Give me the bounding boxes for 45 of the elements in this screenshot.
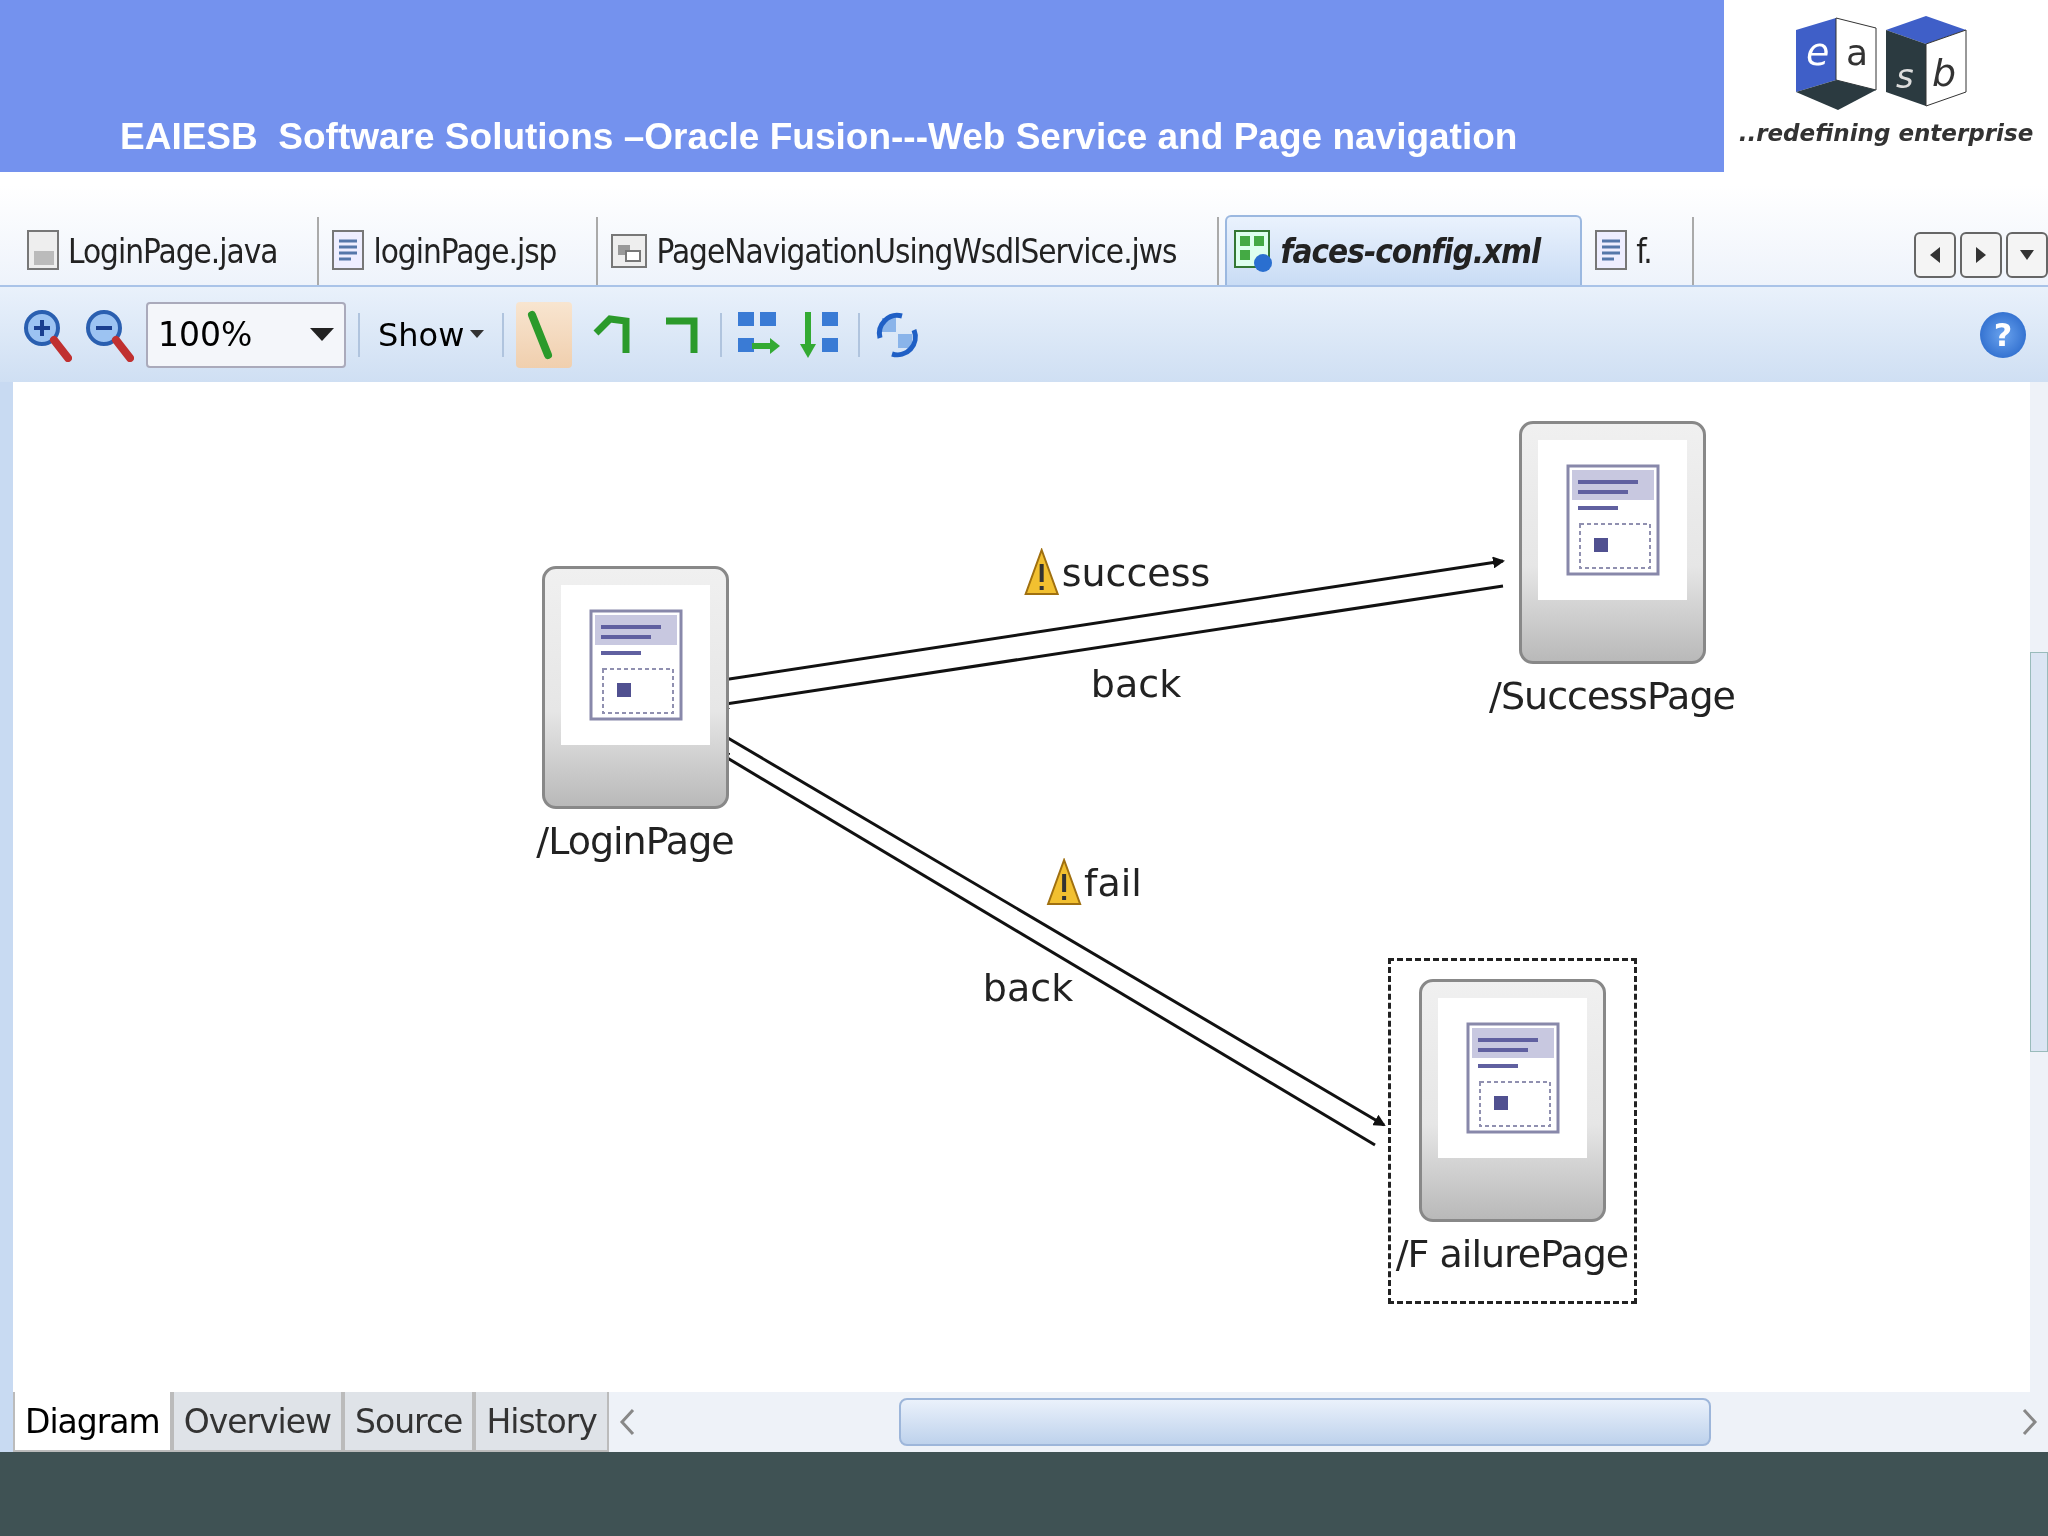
editor-tab[interactable]: PageNavigationUsingWsdlService.jws bbox=[604, 217, 1219, 285]
scroll-right-icon[interactable] bbox=[2022, 1408, 2038, 1436]
edge-label: back bbox=[1090, 662, 1182, 706]
editor-tab[interactable]: loginPage.jsp bbox=[325, 217, 599, 285]
page-node[interactable] bbox=[1519, 421, 1706, 664]
page-icon bbox=[588, 609, 683, 721]
caret-icon bbox=[470, 329, 485, 340]
logo-tagline: ..redefining enterprise bbox=[1738, 120, 2034, 146]
editor-tab[interactable]: f. bbox=[1588, 217, 1694, 285]
dropdown-button[interactable] bbox=[2006, 232, 2048, 278]
zoom-in-icon[interactable] bbox=[22, 307, 72, 362]
scroll-left-button[interactable] bbox=[1914, 232, 1956, 278]
right-arrow-icon bbox=[1974, 245, 1988, 265]
show-menu[interactable]: Show bbox=[372, 315, 491, 354]
warning-icon bbox=[1046, 858, 1083, 908]
vertical-scrollbar[interactable] bbox=[2030, 382, 2048, 1392]
slide-title: EAIESB Software Solutions –Oracle Fusion---Web Service and Page navigation bbox=[119, 116, 1518, 159]
page-label: /LoginPage bbox=[536, 819, 734, 863]
zoom-dropdown[interactable]: 100% bbox=[146, 301, 346, 368]
scroll-right-button[interactable] bbox=[1960, 232, 2002, 278]
page-icon bbox=[1565, 464, 1660, 576]
java-file-icon bbox=[26, 229, 62, 273]
zoom-out-icon[interactable] bbox=[84, 307, 134, 362]
editor-tab[interactable]: faces-config.xml bbox=[1224, 215, 1583, 285]
editor-tab[interactable]: LoginPage.java bbox=[20, 217, 320, 285]
caret-icon bbox=[310, 327, 334, 342]
diagram-file-icon bbox=[1232, 229, 1275, 273]
view-tab[interactable]: Overview bbox=[171, 1392, 344, 1452]
edge-label: back bbox=[982, 966, 1074, 1010]
page-node[interactable] bbox=[542, 566, 729, 809]
view-tab[interactable]: History bbox=[474, 1392, 609, 1452]
cube-logo: e a s b bbox=[1786, 10, 1986, 120]
view-tab[interactable]: Diagram bbox=[13, 1392, 172, 1452]
warning-icon bbox=[1023, 548, 1060, 598]
left-arrow-icon bbox=[1928, 245, 1942, 265]
connector-tool[interactable] bbox=[516, 301, 573, 368]
scroll-left-icon[interactable] bbox=[618, 1408, 635, 1436]
view-tab[interactable]: Source bbox=[343, 1392, 475, 1452]
edge-label: fail bbox=[1084, 861, 1142, 905]
edge-label: success bbox=[1061, 551, 1211, 595]
page-label: /SuccessPage bbox=[1489, 674, 1735, 718]
page-node[interactable] bbox=[1419, 979, 1606, 1222]
page-icon bbox=[1465, 1022, 1560, 1134]
caret-icon bbox=[2018, 248, 2036, 262]
page-label: /F ailurePage bbox=[1395, 1232, 1629, 1276]
